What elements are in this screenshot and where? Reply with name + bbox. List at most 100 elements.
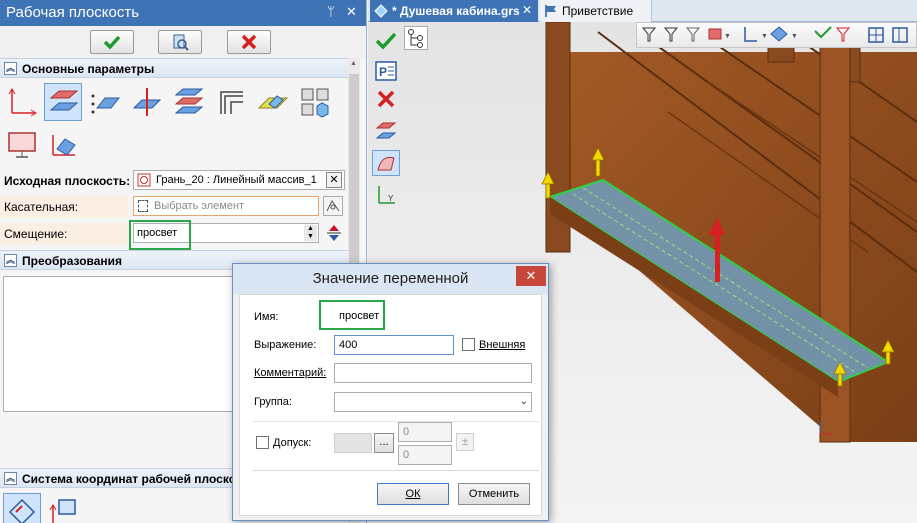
ok-button[interactable]: ОК [377, 483, 449, 505]
parallel-planes-icon [49, 90, 79, 111]
expression-input[interactable]: 400 [334, 335, 454, 355]
mode-surface-button[interactable] [254, 83, 292, 121]
mode-corner-button[interactable] [212, 83, 250, 121]
check-icon [103, 35, 121, 50]
tab-shower-cabin[interactable]: * Душевая кабина.grs ✕ [370, 0, 538, 22]
svg-text:P: P [379, 65, 387, 79]
document-tabs: * Душевая кабина.grs ✕ Приветствие [368, 0, 917, 22]
group-select[interactable]: ⌄ [334, 392, 532, 412]
side-surface-button[interactable] [372, 150, 400, 176]
panel-close-icon[interactable]: ✕ [346, 4, 357, 20]
tab-close-icon[interactable]: ✕ [522, 3, 532, 17]
rotated-frame-icon [8, 498, 36, 523]
tolerance-checkbox[interactable] [256, 436, 269, 449]
tolerance-upper-input: 0 [398, 422, 452, 442]
screen-plane-icon [8, 132, 36, 158]
section-title: Преобразования [22, 254, 123, 268]
mode-perpendicular-button[interactable] [128, 83, 166, 121]
expression-label: Выражение: [254, 339, 317, 351]
comment-input[interactable] [334, 363, 532, 383]
plane-points-icon [91, 94, 121, 114]
collapse-icon[interactable]: ︽ [4, 62, 17, 75]
mode-view-button[interactable] [296, 83, 334, 121]
tab-welcome[interactable]: Приветствие [540, 0, 652, 22]
ok-label: ОК [405, 488, 421, 500]
tangent-field[interactable]: Выбрать элемент [133, 196, 319, 216]
model-file-icon [374, 4, 388, 18]
confirm-button[interactable] [90, 30, 134, 54]
side-axes-button[interactable]: Y [372, 182, 400, 208]
highlight-offset-frame [129, 220, 191, 250]
flag-icon [545, 5, 556, 17]
parameters-icon: P [375, 61, 397, 81]
comment-label: Комментарий: [254, 367, 327, 379]
preview-button[interactable] [158, 30, 202, 54]
name-label: Имя: [254, 311, 279, 323]
cancel-button[interactable]: Отменить [458, 483, 530, 505]
svg-text:Y: Y [388, 194, 394, 203]
svg-text:▼: ▼ [761, 33, 768, 40]
mode-by-axes-button[interactable] [3, 83, 41, 121]
panel-toolbar [0, 26, 366, 58]
svg-text:▼: ▼ [724, 33, 731, 40]
tree-structure-icon [408, 29, 423, 48]
dialog-titlebar: Значение переменной [233, 264, 548, 294]
side-cancel-button[interactable] [372, 86, 400, 112]
section-title: Система координат рабочей плоскости [22, 472, 256, 486]
panel-title: Рабочая плоскость [6, 4, 140, 21]
perpendicular-plane-icon [132, 88, 162, 116]
pin-icon[interactable]: ᛘ [327, 4, 335, 19]
coord-mode-button-1[interactable] [3, 493, 41, 523]
divider [252, 421, 539, 422]
tab-label: * Душевая кабина.grs [392, 4, 520, 18]
corner-outline-icon [220, 91, 243, 114]
side-parameters-button[interactable]: P [372, 58, 400, 84]
command-side-toolbar: P Y [368, 22, 404, 212]
clear-source-icon[interactable]: ✕ [326, 172, 342, 188]
tolerance-label: Допуск: [273, 437, 312, 449]
tangent-options-button[interactable] [323, 196, 343, 216]
section-main-params[interactable]: ︽ Основные параметры [0, 58, 360, 78]
check-icon [375, 32, 397, 50]
plusminus-button: ± [456, 433, 474, 451]
cross-icon [377, 90, 395, 108]
collapse-icon[interactable]: ︽ [4, 472, 17, 485]
side-plane-button[interactable] [372, 118, 400, 144]
cross-icon [241, 34, 257, 50]
external-label: Внешняя [479, 339, 526, 351]
tolerance-browse-button[interactable]: ... [374, 433, 394, 453]
svg-text:▼: ▼ [791, 33, 798, 40]
tangent-picker-icon [326, 200, 340, 212]
tab-label: Приветствие [562, 4, 634, 18]
mode-screen-button[interactable] [3, 126, 41, 164]
view-filter-toolbar: ▼ ▼ ▼ [636, 22, 917, 48]
source-plane-label: Исходная плоскость: [4, 174, 131, 188]
tolerance-type-field [334, 433, 372, 453]
dialog-title: Значение переменной [312, 270, 469, 287]
divider [252, 470, 539, 471]
frame-axis-icon [49, 499, 76, 523]
coord-mode-button-2[interactable] [44, 493, 82, 523]
mode-rotate-button[interactable] [44, 126, 82, 164]
mode-point-plane-button[interactable] [86, 83, 124, 121]
offset-direction-button[interactable] [324, 223, 344, 243]
panel-titlebar: Рабочая плоскость ᛘ ✕ [0, 0, 366, 26]
chevron-down-icon: ⌄ [519, 396, 528, 407]
dialog-close-button[interactable]: ✕ [516, 266, 546, 286]
axes-corner-icon [8, 88, 37, 117]
cancel-toolbar-button[interactable] [227, 30, 271, 54]
source-plane-field[interactable]: Грань_20 : Линейный массив_1 ✕ [133, 170, 345, 190]
offset-spinner[interactable]: ▲ ▼ [304, 225, 317, 241]
source-plane-value: Грань_20 : Линейный массив_1 [156, 174, 317, 186]
scroll-up-icon[interactable]: ▲ [350, 60, 358, 70]
surface-curve-icon [377, 156, 395, 171]
side-confirm-button[interactable] [372, 28, 400, 54]
flip-direction-icon [327, 225, 341, 241]
select-element-icon [138, 200, 148, 212]
highlight-name-frame [319, 300, 385, 330]
mode-parallel-button[interactable] [44, 83, 82, 121]
mode-multi-plane-button[interactable] [170, 83, 208, 121]
external-checkbox[interactable] [462, 338, 475, 351]
collapse-icon[interactable]: ︽ [4, 254, 17, 267]
model-tree-button[interactable] [404, 26, 428, 50]
